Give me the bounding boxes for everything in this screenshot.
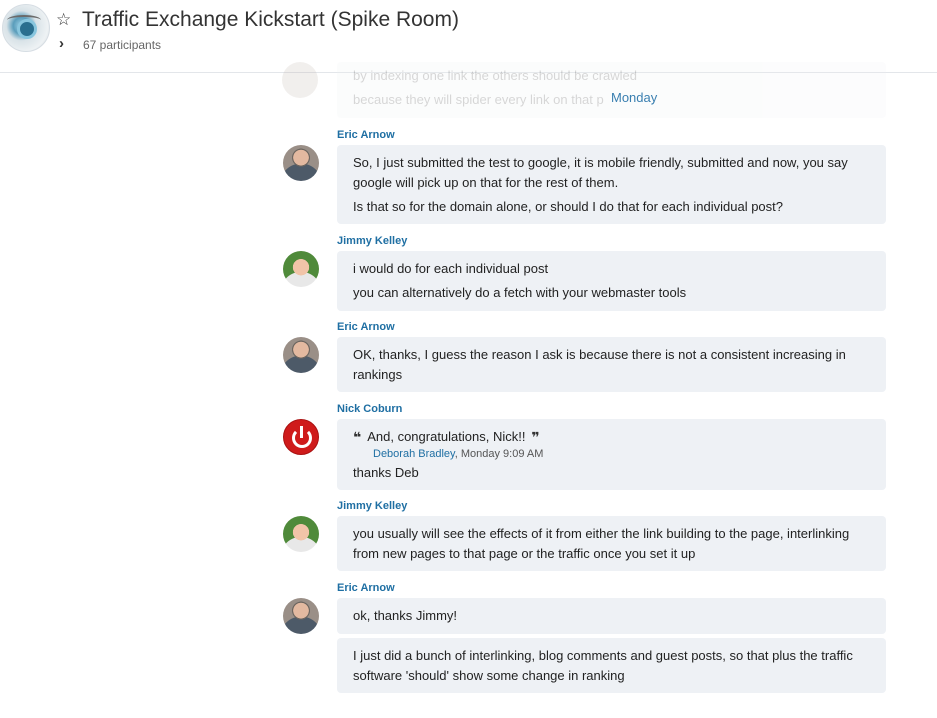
message-bubble: ok, thanks Jimmy! [337, 598, 886, 634]
message-text: Is that so for the domain alone, or shou… [353, 199, 783, 214]
sender-name[interactable]: Eric Arnow [337, 129, 395, 141]
avatar-nick-coburn[interactable] [283, 419, 319, 455]
message-bubble: you usually will see the effects of it f… [337, 516, 886, 571]
star-icon[interactable]: ☆ [56, 10, 71, 30]
sender-name[interactable]: Eric Arnow [337, 582, 395, 594]
message-text: thanks Deb [353, 465, 419, 480]
chevron-right-icon[interactable]: › [59, 36, 64, 52]
open-quote-icon: ❝ [353, 429, 362, 445]
avatar-jimmy-kelley[interactable] [283, 516, 319, 552]
close-quote-icon: ❞ [531, 429, 540, 445]
faded-previous-message: by indexing one link the others should b… [282, 62, 886, 118]
avatar [282, 62, 318, 98]
message-bubble: ❝ And, congratulations, Nick!! ❞ Deborah… [337, 419, 886, 490]
quote-time: , Monday 9:09 AM [454, 448, 544, 460]
message-bubble: So, I just submitted the test to google,… [337, 145, 886, 224]
participants-count[interactable]: 67 participants [83, 38, 161, 52]
sender-name[interactable]: Jimmy Kelley [337, 235, 407, 247]
message-text: OK, thanks, I guess the reason I ask is … [353, 347, 846, 382]
day-separator: Monday [611, 90, 658, 105]
message-text: So, I just submitted the test to google,… [353, 155, 848, 190]
message-text: you can alternatively do a fetch with yo… [353, 285, 687, 300]
quote-text: And, congratulations, Nick!! [367, 429, 526, 444]
eye-iris [17, 19, 37, 39]
quote-block: ❝ And, congratulations, Nick!! ❞ [353, 427, 870, 447]
power-icon-bar [300, 426, 303, 438]
message-bubble: I just did a bunch of interlinking, blog… [337, 638, 886, 693]
sender-name[interactable]: Nick Coburn [337, 403, 402, 415]
message-text: by indexing one link the others should b… [353, 68, 638, 83]
message-text: because they will spider every link on t… [353, 92, 604, 107]
conversation-title: Traffic Exchange Kickstart (Spike Room) [82, 8, 459, 31]
sender-name[interactable]: Jimmy Kelley [337, 500, 407, 512]
avatar-eric-arnow[interactable] [283, 337, 319, 373]
message-text: ok, thanks Jimmy! [353, 608, 458, 623]
quote-author-link[interactable]: Deborah Bradley [373, 448, 455, 460]
avatar-jimmy-kelley[interactable] [283, 251, 319, 287]
avatar-eric-arnow[interactable] [283, 598, 319, 634]
message-bubble: i would do for each individual post you … [337, 251, 886, 311]
avatar-eric-arnow[interactable] [283, 145, 319, 181]
message-bubble: OK, thanks, I guess the reason I ask is … [337, 337, 886, 392]
message-text: you usually will see the effects of it f… [353, 526, 850, 561]
group-avatar[interactable] [2, 4, 50, 52]
message-text: i would do for each individual post [353, 261, 549, 276]
message-text: I just did a bunch of interlinking, blog… [353, 648, 853, 683]
quote-meta: Deborah Bradley, Monday 9:09 AM [353, 447, 870, 461]
sender-name[interactable]: Eric Arnow [337, 321, 395, 333]
